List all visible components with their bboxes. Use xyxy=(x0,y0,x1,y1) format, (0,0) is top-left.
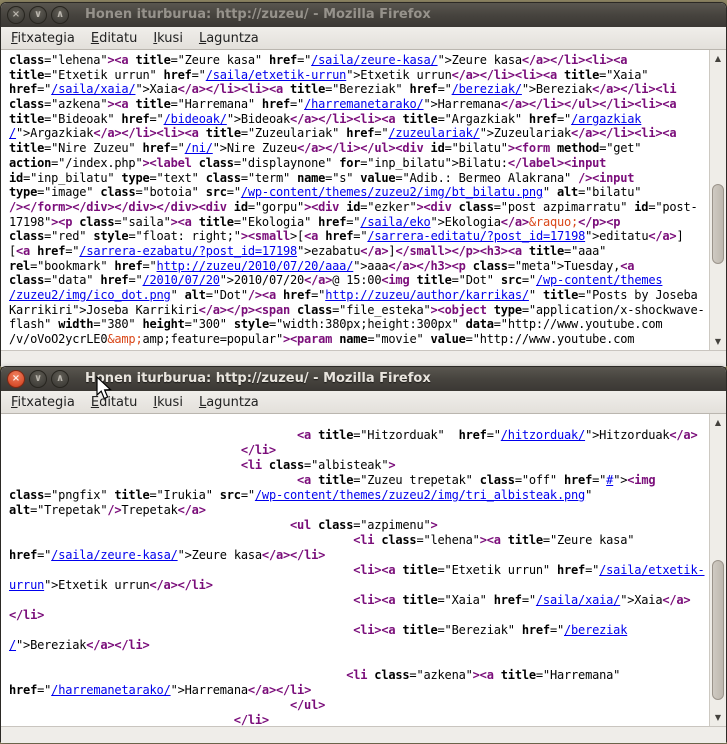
source-line: </li> xyxy=(9,608,709,623)
source-line: <ul class="azpimenu"> xyxy=(9,518,709,533)
source-line: alt="Trepetak"/>Trepetak</a> xyxy=(9,503,709,518)
source-line: </li> xyxy=(9,713,709,726)
menu-item-editatu[interactable]: Editatu xyxy=(83,393,145,412)
source-line: <li class="albisteak"> xyxy=(9,458,709,473)
menu-item-ikusi[interactable]: Ikusi xyxy=(145,393,191,412)
source-line: href="/saila/zeure-kasa/">Zeure kasa</a>… xyxy=(9,548,709,563)
source-line xyxy=(9,653,709,668)
maximize-button[interactable]: ∧ xyxy=(51,370,69,388)
source-line: id="inp_bilatu" type="text" class="term"… xyxy=(9,171,709,186)
source-line: href="/saila/xaia/">Xaia</a></li><li><a … xyxy=(9,82,709,97)
source-line: title="Bideoak" href="/bideoak/">Bideoak… xyxy=(9,112,709,127)
close-button[interactable]: × xyxy=(7,6,25,24)
source-line: 17198"><p class="saila"><a title="Ekolog… xyxy=(9,215,709,230)
source-line: title="Nire Zuzeu" href="/ni/">Nire Zuze… xyxy=(9,141,709,156)
scroll-thumb[interactable] xyxy=(712,560,724,700)
window-buttons: ×∨∧ xyxy=(7,6,69,24)
source-line: type="image" class="botoia" src="/wp-con… xyxy=(9,185,709,200)
source-line: urrun">Etxetik urrun</a></li> xyxy=(9,578,709,593)
source-line: href="/harremanetarako/">Harremana</a></… xyxy=(9,683,709,698)
source-line: action="/index.php"><label class="displa… xyxy=(9,156,709,171)
source-code: <a title="Hitzorduak" href="/hitzorduak/… xyxy=(1,414,709,726)
titlebar[interactable]: ×∨∧ Honen iturburua: http://zuzeu/ - Moz… xyxy=(1,3,726,27)
titlebar[interactable]: ×∨∧ Honen iturburua: http://zuzeu/ - Moz… xyxy=(1,367,726,391)
menu-item-laguntza[interactable]: Laguntza xyxy=(191,393,267,412)
menu-item-editatu[interactable]: Editatu xyxy=(83,29,145,48)
source-line: /zuzeu2/img/ico_dot.png" alt="Dot"/><a h… xyxy=(9,288,709,303)
source-line: <li class="azkena"><a title="Harremana" xyxy=(9,668,709,683)
source-line: /">Argazkiak</a></li><li><a title="Zuzeu… xyxy=(9,126,709,141)
menu-item-ikusi[interactable]: Ikusi xyxy=(145,29,191,48)
source-line: class="lehena"><a title="Zeure kasa" hre… xyxy=(9,53,709,68)
source-view[interactable]: class="lehena"><a title="Zeure kasa" hre… xyxy=(1,50,726,350)
source-line: class="azkena"><a title="Harremana" href… xyxy=(9,97,709,112)
source-line: <a title="Hitzorduak" href="/hitzorduak/… xyxy=(9,428,709,443)
window-title: Honen iturburua: http://zuzeu/ - Mozilla… xyxy=(85,371,431,386)
scroll-up-icon[interactable]: ▲ xyxy=(710,51,726,66)
menu-item-fitxategia[interactable]: Fitxategia xyxy=(3,29,83,48)
scroll-down-icon[interactable]: ▼ xyxy=(710,710,726,725)
source-line: <li><a title="Bereziak" href="/bereziak xyxy=(9,623,709,638)
source-line: </ul> xyxy=(9,698,709,713)
vertical-scrollbar[interactable]: ▲ ▼ xyxy=(709,414,726,726)
minimize-button[interactable]: ∨ xyxy=(29,6,47,24)
window-title: Honen iturburua: http://zuzeu/ - Mozilla… xyxy=(85,7,431,22)
scroll-thumb[interactable] xyxy=(712,184,724,264)
source-line: <li><a title="Etxetik urrun" href="/sail… xyxy=(9,563,709,578)
source-line: rel="bookmark" href="http://zuzeu/2010/0… xyxy=(9,259,709,274)
source-line: [<a href="/sarrera-ezabatu/?post_id=1719… xyxy=(9,244,709,259)
vertical-scrollbar[interactable]: ▲ ▼ xyxy=(709,50,726,350)
menubar: FitxategiaEditatuIkusiLaguntza xyxy=(1,27,726,50)
status-bar xyxy=(1,350,726,367)
source-line: /">Bereziak</a></li> xyxy=(9,638,709,653)
source-code: class="lehena"><a title="Zeure kasa" hre… xyxy=(1,50,709,350)
source-line: /v/oVoO2ycrLE0&amp;amp;feature=popular">… xyxy=(9,332,709,347)
source-view[interactable]: <a title="Hitzorduak" href="/hitzorduak/… xyxy=(1,414,726,726)
close-button[interactable]: × xyxy=(7,370,25,388)
source-line: <li class="lehena"><a title="Zeure kasa" xyxy=(9,533,709,548)
viewsource-window-back: ×∨∧ Honen iturburua: http://zuzeu/ - Moz… xyxy=(0,2,727,366)
scroll-up-icon[interactable]: ▲ xyxy=(710,415,726,430)
source-line: <a title="Zuzeu trepetak" class="off" hr… xyxy=(9,473,709,488)
source-line: title="Etxetik urrun" href="/saila/etxet… xyxy=(9,68,709,83)
status-bar xyxy=(1,726,726,743)
minimize-button[interactable]: ∨ xyxy=(29,370,47,388)
source-line: <li><a title="Xaia" href="/saila/xaia/">… xyxy=(9,593,709,608)
source-line: class="data" href="/2010/07/20">2010/07/… xyxy=(9,273,709,288)
source-line: </li> xyxy=(9,443,709,458)
viewsource-window-front: ×∨∧ Honen iturburua: http://zuzeu/ - Moz… xyxy=(0,366,727,742)
source-line: flash" width="380" height="300" style="w… xyxy=(9,317,709,332)
window-buttons: ×∨∧ xyxy=(7,370,69,388)
scroll-down-icon[interactable]: ▼ xyxy=(710,334,726,349)
menu-item-fitxategia[interactable]: Fitxategia xyxy=(3,393,83,412)
maximize-button[interactable]: ∧ xyxy=(51,6,69,24)
source-line: /></form></div></div></div><div id="gorp… xyxy=(9,200,709,215)
menubar: FitxategiaEditatuIkusiLaguntza xyxy=(1,391,726,414)
source-line: Karrikiri">Joseba Karrikiri</a></p><span… xyxy=(9,303,709,318)
source-line: class="pngfix" title="Irukia" src="/wp-c… xyxy=(9,488,709,503)
source-line: class="red" style="float: right;"><small… xyxy=(9,229,709,244)
menu-item-laguntza[interactable]: Laguntza xyxy=(191,29,267,48)
